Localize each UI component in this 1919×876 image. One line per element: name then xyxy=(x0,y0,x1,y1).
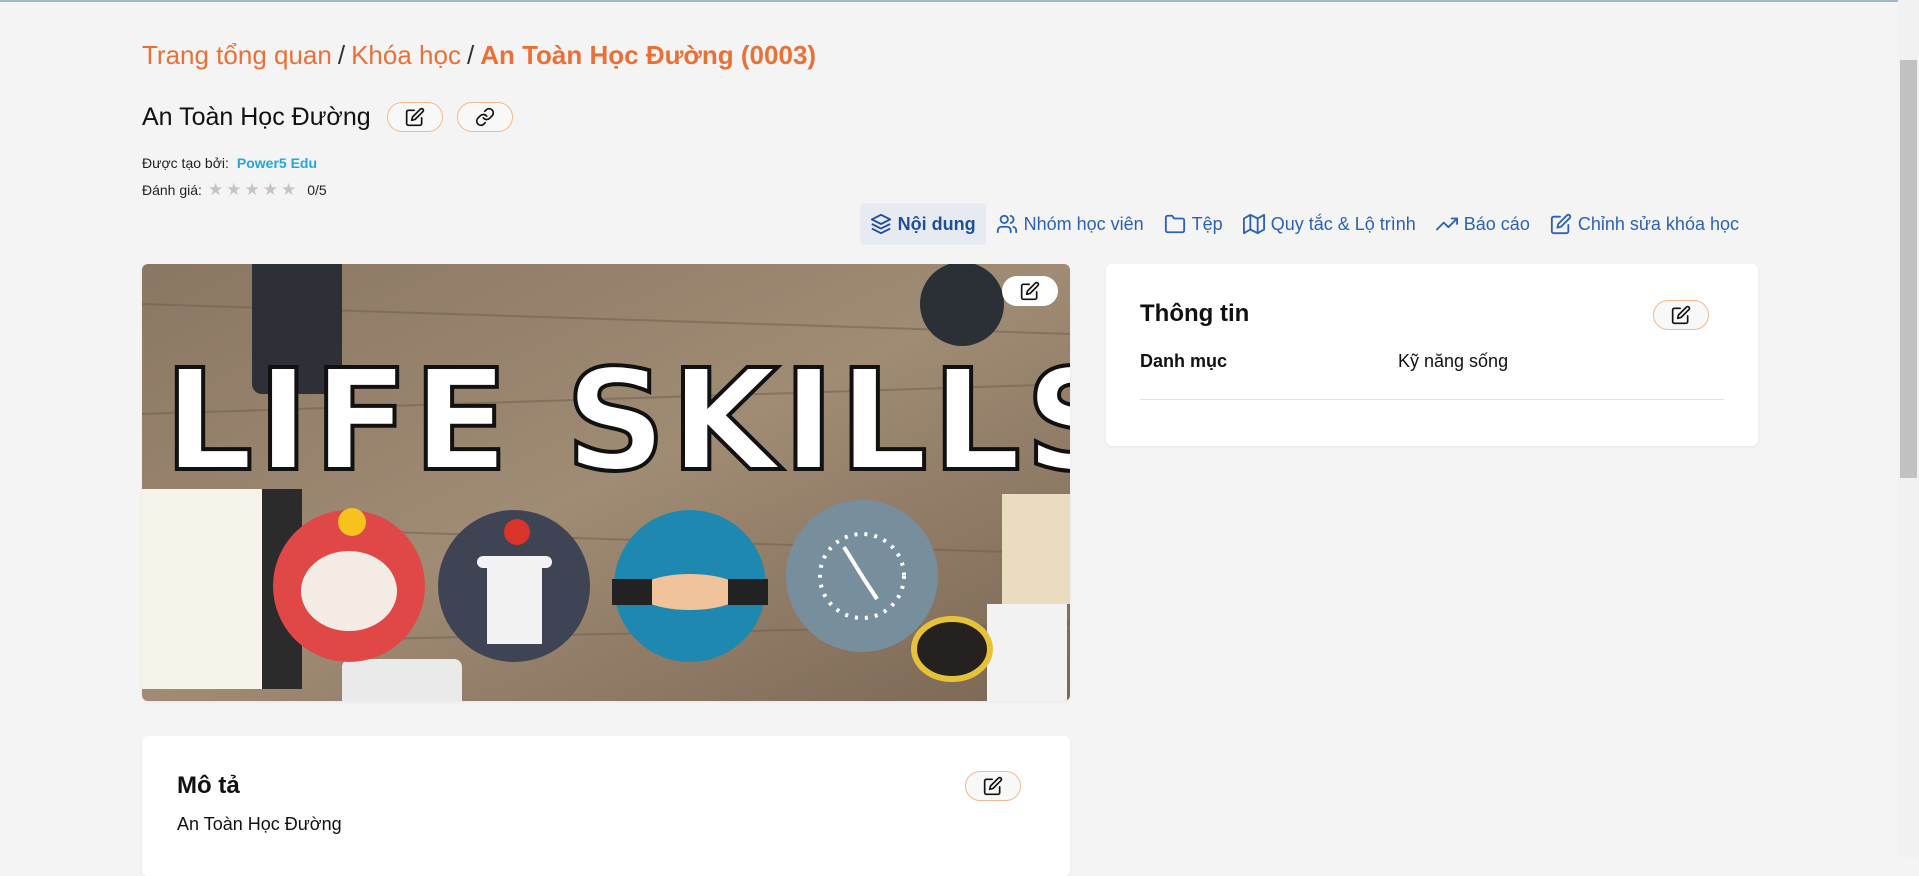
tab-label: Tệp xyxy=(1191,213,1223,234)
tab-label: Nhóm học viên xyxy=(1023,213,1144,234)
tab-edit-course[interactable]: Chỉnh sửa khóa học xyxy=(1540,203,1749,245)
rating-row: Đánh giá: ★ ★ ★ ★ ★ 0/5 xyxy=(142,181,327,198)
tab-label: Nội dung xyxy=(897,213,976,234)
tab-content[interactable]: Nội dung xyxy=(859,203,986,245)
edit-icon xyxy=(1550,213,1571,235)
edit-info-button[interactable] xyxy=(1653,300,1709,330)
course-title-row: An Toàn Học Đường xyxy=(142,102,527,132)
info-title: Thông tin xyxy=(1140,300,1250,327)
layers-icon xyxy=(870,213,891,235)
tab-reports[interactable]: Báo cáo xyxy=(1426,203,1540,245)
category-row: Danh mục Kỹ năng sống xyxy=(1140,351,1724,400)
star-icon[interactable]: ★ xyxy=(281,181,296,198)
course-cover-card: LIFE SKILLS xyxy=(142,264,1070,701)
tab-rules-path[interactable]: Quy tắc & Lộ trình xyxy=(1233,203,1426,245)
edit-icon xyxy=(1671,305,1691,325)
edit-icon xyxy=(405,107,424,127)
course-tabs: Nội dung Nhóm học viên Tệp Quy tắc & Lộ … xyxy=(859,203,1749,245)
cover-text: LIFE SKILLS xyxy=(164,340,1070,503)
scrollbar-thumb[interactable] xyxy=(1900,60,1917,478)
info-card: Thông tin Danh mục Kỹ năng sống xyxy=(1106,264,1758,446)
tab-label: Chỉnh sửa khóa học xyxy=(1577,213,1739,234)
course-cover-image: LIFE SKILLS xyxy=(142,264,1070,701)
edit-cover-button[interactable] xyxy=(1002,276,1058,306)
breadcrumb-courses[interactable]: Khóa học xyxy=(351,40,461,70)
breadcrumb: Trang tổng quan / Khóa học / An Toàn Học Đườ… xyxy=(142,40,816,71)
star-icon[interactable]: ★ xyxy=(226,181,241,198)
edit-icon xyxy=(983,776,1003,796)
rating-stars[interactable]: ★ ★ ★ ★ ★ xyxy=(208,181,299,198)
category-value: Kỹ năng sống xyxy=(1398,351,1509,371)
breadcrumb-current: An Toàn Học Đường (0003) xyxy=(480,40,817,70)
users-icon xyxy=(996,214,1017,234)
edit-icon xyxy=(1020,281,1040,301)
author-link[interactable]: Power5 Edu xyxy=(237,155,317,171)
created-by-label: Được tạo bởi: xyxy=(142,155,229,171)
description-text: An Toàn Học Đường xyxy=(177,814,342,834)
tab-files[interactable]: Tệp xyxy=(1154,203,1233,245)
edit-description-button[interactable] xyxy=(965,771,1021,801)
tab-label: Quy tắc & Lộ trình xyxy=(1270,213,1416,234)
description-title: Mô tả xyxy=(177,772,240,799)
breadcrumb-separator: / xyxy=(466,40,475,70)
map-icon xyxy=(1242,213,1265,235)
edit-title-button[interactable] xyxy=(386,102,443,132)
description-card: Mô tả An Toàn Học Đường xyxy=(142,736,1070,876)
star-icon[interactable]: ★ xyxy=(244,181,259,198)
link-icon xyxy=(475,107,494,127)
trending-up-icon xyxy=(1435,217,1458,231)
course-title: An Toàn Học Đường xyxy=(142,102,371,131)
tab-learner-groups[interactable]: Nhóm học viên xyxy=(986,203,1154,245)
top-border xyxy=(0,0,1919,2)
folder-icon xyxy=(1164,214,1185,234)
category-label: Danh mục xyxy=(1140,351,1228,371)
scrollbar-track[interactable] xyxy=(1898,0,1919,857)
star-icon[interactable]: ★ xyxy=(208,181,223,198)
rating-value: 0/5 xyxy=(307,181,327,198)
star-icon[interactable]: ★ xyxy=(263,181,278,198)
tab-label: Báo cáo xyxy=(1463,213,1530,234)
rating-label: Đánh giá: xyxy=(142,181,202,198)
created-by-row: Được tạo bởi: Power5 Edu xyxy=(142,155,317,171)
breadcrumb-separator: / xyxy=(337,40,346,70)
copy-link-button[interactable] xyxy=(456,102,513,132)
breadcrumb-home[interactable]: Trang tổng quan xyxy=(142,40,332,70)
